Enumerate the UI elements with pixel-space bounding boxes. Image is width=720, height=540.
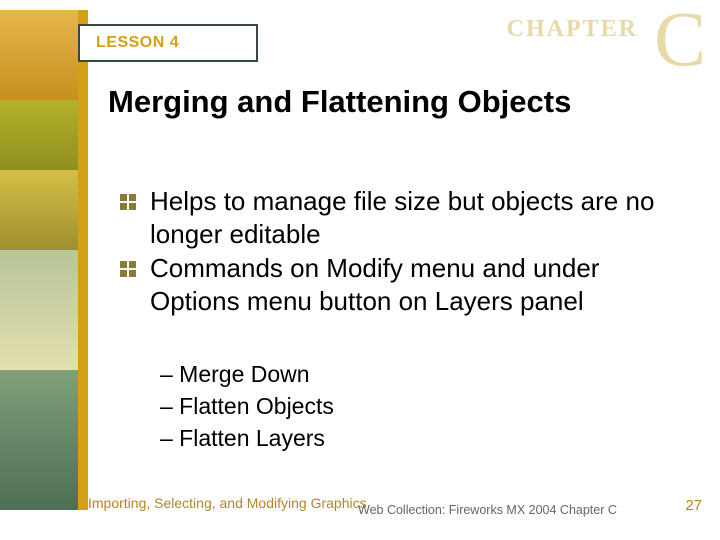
strip-segment — [0, 250, 78, 370]
list-item: Helps to manage file size but objects ar… — [120, 185, 690, 250]
bullet-icon — [120, 194, 136, 210]
decorative-left-strip — [0, 10, 78, 510]
bullet-list: Helps to manage file size but objects ar… — [120, 185, 690, 319]
footer: Importing, Selecting, and Modifying Grap… — [88, 495, 702, 535]
strip-segment — [0, 170, 78, 250]
footer-center-text: Web Collection: Fireworks MX 2004 Chapte… — [358, 503, 617, 517]
bullet-icon — [120, 261, 136, 277]
list-item: Commands on Modify menu and under Option… — [120, 252, 690, 317]
chapter-word: CHAPTER — [507, 16, 638, 43]
bullet-text: Commands on Modify menu and under Option… — [150, 252, 690, 317]
strip-segment — [0, 100, 78, 170]
lesson-box: LESSON 4 — [78, 24, 258, 62]
bullet-text: Helps to manage file size but objects ar… — [150, 185, 690, 250]
chapter-letter: C — [654, 0, 706, 84]
sub-bullet-list: – Merge Down – Flatten Objects – Flatten… — [160, 358, 334, 455]
footer-page-number: 27 — [685, 497, 702, 514]
sub-list-item: – Flatten Objects — [160, 390, 334, 422]
gold-vertical-bar — [78, 10, 88, 510]
strip-segment — [0, 10, 78, 100]
footer-left-text: Importing, Selecting, and Modifying Grap… — [88, 495, 367, 511]
sub-list-item: – Merge Down — [160, 358, 334, 390]
lesson-label: LESSON 4 — [96, 34, 179, 52]
page-title: Merging and Flattening Objects — [108, 84, 690, 120]
strip-segment — [0, 370, 78, 510]
sub-list-item: – Flatten Layers — [160, 422, 334, 454]
